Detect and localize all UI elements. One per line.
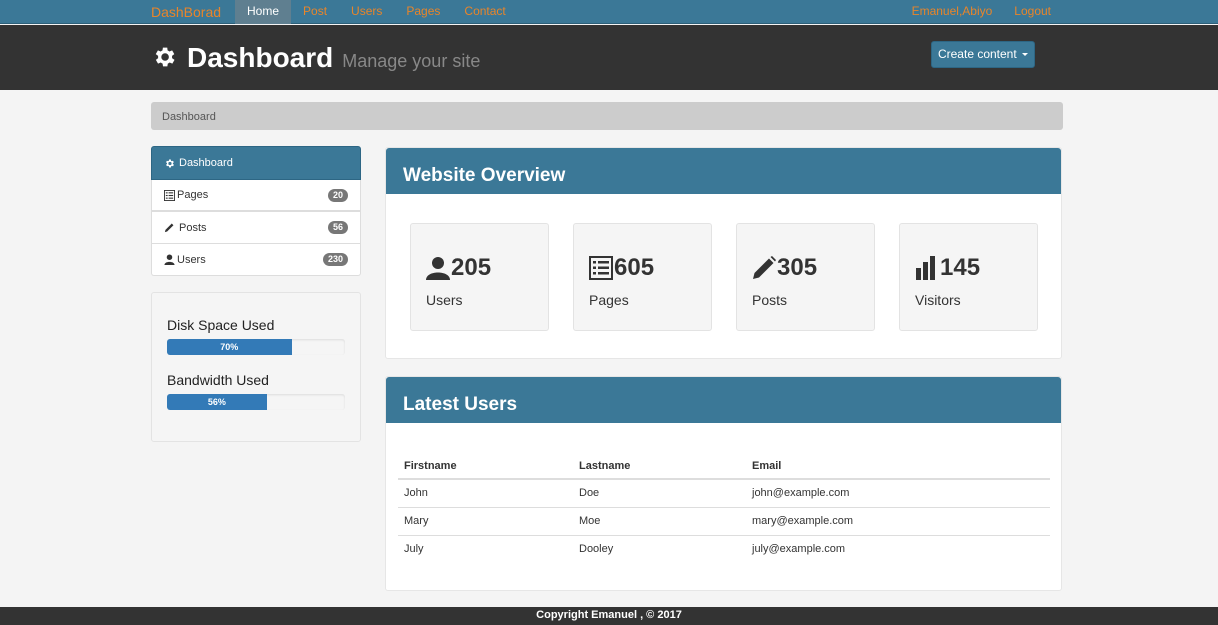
pencil-icon: [753, 256, 776, 279]
count-badge: 56: [327, 221, 348, 234]
footer: Copyright Emanuel , © 2017: [0, 607, 1218, 625]
stat-value: 205: [451, 254, 492, 281]
table-row: Mary Moe mary@example.com: [398, 507, 1050, 536]
cell-email: july@example.com: [752, 543, 846, 556]
nav-link-contact[interactable]: Contact: [452, 0, 517, 24]
sidebar-item-pages[interactable]: Pages 20: [151, 180, 361, 212]
nav-links: Home Post Users Pages Contact: [235, 0, 518, 24]
column-header-email: Email: [746, 457, 1050, 480]
list-icon: [589, 256, 613, 280]
brand-logo[interactable]: DashBorad: [151, 4, 221, 20]
sidebar-item-label: Posts: [179, 221, 207, 234]
bandwidth-progress: 56%: [167, 394, 345, 410]
sidebar-item-dashboard[interactable]: Dashboard: [151, 146, 361, 180]
sidebar-item-label: Dashboard: [179, 157, 233, 169]
panel-heading: Latest Users: [386, 377, 1061, 423]
cell-firstname: John: [398, 479, 573, 508]
stat-label: Posts: [752, 292, 788, 308]
cell-lastname: Dooley: [579, 543, 614, 556]
column-header-lastname: Lastname: [573, 457, 746, 480]
stat-card-pages: 605 Pages: [573, 223, 712, 331]
user-icon: [426, 257, 450, 280]
pencil-icon: [164, 223, 174, 233]
bar-chart-icon: [916, 256, 935, 280]
gear-icon: [155, 47, 175, 67]
gear-icon: [166, 159, 174, 167]
stat-value: 305: [777, 254, 818, 281]
nav-link-home[interactable]: Home: [235, 0, 292, 24]
list-icon: [164, 189, 175, 201]
stat-label: Visitors: [915, 292, 961, 308]
stat-card-visitors: 145 Visitors: [899, 223, 1038, 331]
sidebar-item-users[interactable]: Users 230: [151, 244, 361, 276]
page-subtitle: Manage your site: [342, 51, 481, 71]
sidebar-item-label: Users: [177, 253, 206, 266]
caret-down-icon: [1022, 53, 1029, 57]
breadcrumb-item[interactable]: Dashboard: [162, 111, 216, 123]
create-content-label: Create content: [937, 47, 1017, 61]
table-header-row: Firstname Lastname Email: [398, 457, 1050, 480]
cell-email: john@example.com: [746, 479, 1050, 508]
breadcrumb: Dashboard: [151, 102, 1063, 130]
bandwidth-label: Bandwidth Used: [167, 372, 269, 388]
nav-link-users[interactable]: Users: [339, 0, 394, 24]
stat-label: Users: [426, 292, 463, 308]
count-badge: 230: [322, 253, 348, 266]
usage-panel: Disk Space Used 70% Bandwidth Used 56%: [151, 292, 361, 442]
website-overview-panel: Website Overview 205 Users 605 Pages 305…: [385, 147, 1062, 359]
stat-card-posts: 305 Posts: [736, 223, 875, 331]
table-row: July Dooley july@example.com: [398, 535, 1050, 563]
header-title: Dashboard Manage your site: [151, 41, 480, 74]
stat-label: Pages: [589, 292, 629, 308]
stat-value: 145: [940, 254, 981, 281]
latest-users-panel: Latest Users Firstname Lastname Email Jo…: [385, 376, 1062, 591]
sidebar-item-label: Pages: [177, 189, 209, 201]
create-content-button[interactable]: Create content: [931, 41, 1035, 68]
sidebar-item-posts[interactable]: Posts 56: [151, 212, 361, 244]
cell-email: mary@example.com: [746, 507, 1050, 536]
stat-card-users: 205 Users: [410, 223, 549, 331]
nav-link-post[interactable]: Post: [291, 0, 339, 24]
cell-firstname: Mary: [398, 507, 573, 536]
bandwidth-progress-fill: 56%: [167, 394, 267, 410]
nav-link-pages[interactable]: Pages: [394, 0, 452, 24]
panel-heading: Website Overview: [386, 148, 1061, 194]
column-header-firstname: Firstname: [398, 457, 573, 480]
cell-firstname: July: [404, 543, 424, 556]
table-row: John Doe john@example.com: [398, 479, 1050, 508]
users-table: Firstname Lastname Email John Doe john@e…: [398, 457, 1050, 563]
stat-value: 605: [614, 254, 655, 281]
sidebar-menu: Dashboard Pages 20 Posts 56 Users 230: [151, 146, 361, 276]
disk-space-label: Disk Space Used: [167, 317, 275, 333]
logout-link[interactable]: Logout: [1006, 0, 1059, 24]
page-title: Dashboard: [187, 42, 334, 73]
disk-space-progress: 70%: [167, 339, 345, 355]
nav-right: Emanuel,Abiyo Logout: [904, 0, 1059, 24]
cell-lastname: Doe: [573, 479, 746, 508]
count-badge: 20: [327, 189, 348, 202]
user-icon: [164, 254, 175, 265]
disk-space-progress-fill: 70%: [167, 339, 292, 355]
cell-lastname: Moe: [573, 507, 746, 536]
page-header: Dashboard Manage your site Create conten…: [0, 25, 1218, 90]
top-navbar: DashBorad Home Post Users Pages Contact …: [0, 0, 1218, 24]
user-link[interactable]: Emanuel,Abiyo: [904, 0, 1007, 24]
